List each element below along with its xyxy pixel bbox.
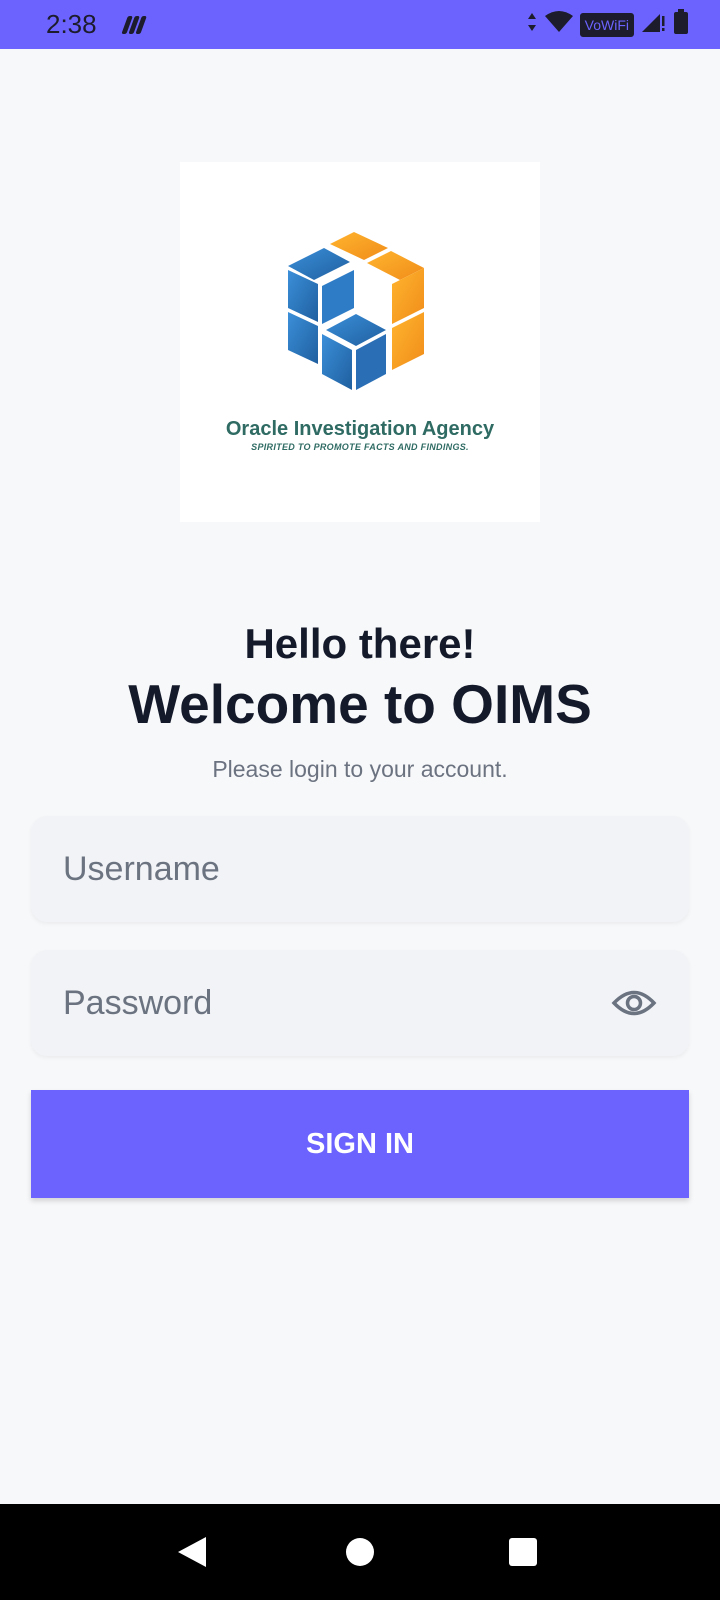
battery-icon [672,8,690,41]
cube-logo-icon [288,232,424,390]
sign-in-button[interactable]: SIGN IN [31,1090,689,1198]
navigation-bar [0,1504,720,1600]
signal-icon [640,10,666,39]
wifi-icon [544,10,574,39]
username-input[interactable] [63,849,657,889]
recents-icon[interactable] [483,1504,563,1600]
username-field[interactable] [31,816,689,922]
data-arrows-icon [526,10,538,39]
logo-tagline: SPIRITED TO PROMOTE FACTS AND FINDINGS. [251,442,469,452]
login-subtitle: Please login to your account. [212,756,508,782]
home-icon[interactable] [320,1504,400,1600]
status-bar: 2:38 VoWiFi [0,0,720,49]
greeting-heading: Hello there! [244,620,476,667]
eye-icon[interactable] [611,988,657,1018]
logo-name: Oracle Investigation Agency [225,418,495,440]
app-notification-icon [119,13,149,37]
status-time: 2:38 [46,9,97,39]
password-input[interactable] [63,983,611,1023]
vowifi-badge: VoWiFi [579,12,634,37]
password-field[interactable] [31,950,689,1056]
welcome-title: Welcome to OIMS [128,673,592,735]
agency-logo: Oracle Investigation Agency SPIRITED TO … [180,162,540,522]
status-icons: VoWiFi [526,8,690,41]
back-icon[interactable] [152,1504,232,1600]
